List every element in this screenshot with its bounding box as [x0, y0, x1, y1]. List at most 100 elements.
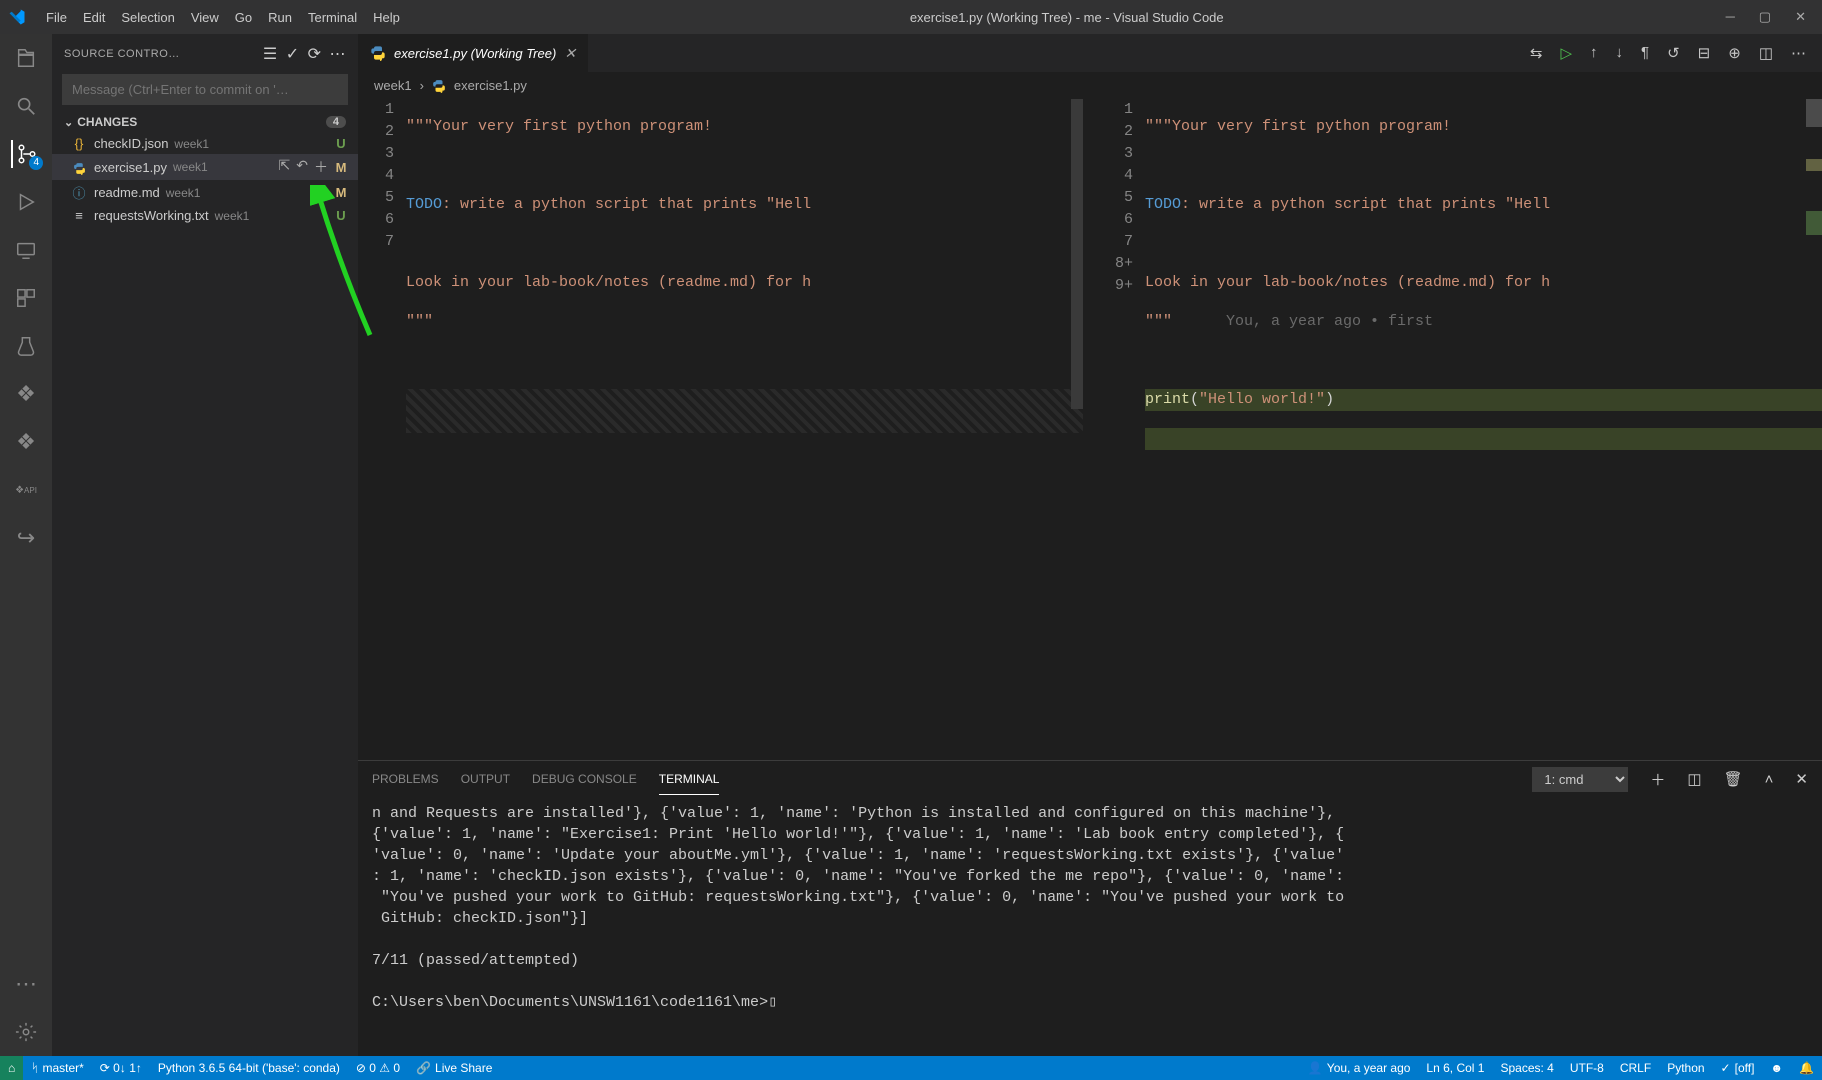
editor-tab[interactable]: exercise1.py (Working Tree) ✕ — [358, 34, 589, 72]
info-icon: ⓘ — [70, 183, 88, 202]
new-terminal-icon[interactable]: ＋ — [1650, 769, 1665, 790]
file-row[interactable]: ⓘ readme.md week1 M — [52, 180, 358, 205]
source-control-icon[interactable]: 4 — [11, 140, 39, 168]
extensions-icon[interactable] — [12, 284, 40, 312]
diff-right-pane[interactable]: 1 2 3 4 5 6 7 8+ 9+ """Your very first p… — [1097, 99, 1822, 760]
open-file-icon[interactable]: ⇱ — [279, 157, 291, 177]
close-panel-icon[interactable]: ✕ — [1795, 770, 1808, 788]
live-share[interactable]: 🔗 Live Share — [408, 1061, 500, 1075]
panel-tab-debug[interactable]: DEBUG CONSOLE — [532, 764, 637, 794]
cursor-position[interactable]: Ln 6, Col 1 — [1418, 1061, 1492, 1075]
split-terminal-icon[interactable]: ◫ — [1687, 770, 1701, 788]
panel-tab-output[interactable]: OUTPUT — [461, 764, 510, 794]
api-icon[interactable]: ❖API — [12, 476, 40, 504]
testing-icon[interactable] — [12, 332, 40, 360]
compare-changes-icon[interactable]: ⇆ — [1530, 44, 1543, 62]
scrollbar-left[interactable] — [1071, 99, 1083, 409]
more-actions-icon[interactable]: ⋯ — [330, 44, 347, 64]
python-icon — [70, 159, 88, 174]
diff-left-pane[interactable]: 1 2 3 4 5 6 7 """Your very first python … — [358, 99, 1083, 760]
problems-status[interactable]: ⊘ 0 ⚠ 0 — [348, 1061, 408, 1075]
next-change-icon[interactable]: ↓ — [1616, 44, 1624, 62]
encoding[interactable]: UTF-8 — [1562, 1061, 1612, 1075]
sidebar-header: SOURCE CONTRO… ☰ ✓ ⟳ ⋯ — [52, 34, 358, 74]
breadcrumb[interactable]: week1 › exercise1.py — [358, 72, 1822, 99]
ext2-icon[interactable]: ❖ — [12, 428, 40, 456]
remote-indicator[interactable]: ⌂ — [0, 1056, 23, 1080]
ext1-icon[interactable]: ❖ — [12, 380, 40, 408]
vscode-logo-icon — [8, 8, 26, 26]
git-blame-status[interactable]: 👤 You, a year ago — [1300, 1061, 1419, 1075]
minimap-marker — [1806, 211, 1822, 235]
file-name: readme.md — [94, 185, 160, 200]
titlebar: File Edit Selection View Go Run Terminal… — [0, 0, 1822, 34]
code-right: """Your very first python program! TODO:… — [1145, 99, 1822, 760]
discard-icon[interactable]: ↶ — [296, 157, 308, 177]
prev-change-icon[interactable]: ↑ — [1590, 44, 1598, 62]
commit-message-input[interactable] — [62, 74, 348, 105]
toggle-icon[interactable]: ⊟ — [1698, 44, 1711, 62]
panel-tab-terminal[interactable]: TERMINAL — [659, 764, 720, 795]
file-status: U — [334, 136, 348, 151]
feedback-icon[interactable]: ☻ — [1762, 1061, 1791, 1075]
run-icon[interactable]: ▷ — [1560, 44, 1572, 62]
file-dir: week1 — [173, 160, 208, 174]
json-icon: {} — [70, 136, 88, 151]
minimize-icon[interactable]: ─ — [1726, 9, 1735, 25]
notifications-icon[interactable]: 🔔 — [1791, 1061, 1822, 1075]
activity-bar: 4 ❖ ❖ ❖API ↪ ⋯ — [0, 34, 52, 1056]
formatter-status[interactable]: ✓ [off] — [1713, 1061, 1763, 1075]
kill-terminal-icon[interactable]: 🗑 — [1724, 770, 1743, 788]
maximize-icon[interactable]: ▢ — [1759, 9, 1771, 25]
ext3-icon[interactable]: ↪ — [12, 524, 40, 552]
changes-label: CHANGES — [77, 115, 137, 129]
language-mode[interactable]: Python — [1659, 1061, 1712, 1075]
split-editor-icon[interactable]: ◫ — [1759, 44, 1773, 62]
more-tab-icon[interactable]: ⋯ — [1791, 44, 1806, 62]
eol[interactable]: CRLF — [1612, 1061, 1659, 1075]
python-interpreter[interactable]: Python 3.6.5 64-bit ('base': conda) — [150, 1061, 348, 1075]
menu-file[interactable]: File — [38, 10, 75, 25]
changes-section[interactable]: ⌄ CHANGES 4 — [52, 111, 358, 133]
revert-icon[interactable]: ↺ — [1667, 44, 1680, 62]
editor-area: exercise1.py (Working Tree) ✕ ⇆ ▷ ↑ ↓ ¶ … — [358, 34, 1822, 1056]
file-status: M — [334, 185, 348, 200]
search-icon[interactable] — [12, 92, 40, 120]
file-row-selected[interactable]: exercise1.py week1 ⇱ ↶ ＋ M — [52, 154, 358, 180]
file-row[interactable]: {} checkID.json week1 U — [52, 133, 358, 154]
menu-run[interactable]: Run — [260, 10, 300, 25]
tab-label: exercise1.py (Working Tree) — [394, 46, 556, 61]
remote-explorer-icon[interactable] — [12, 236, 40, 264]
commit-icon[interactable]: ✓ — [286, 44, 300, 64]
stage-icon[interactable]: ＋ — [314, 157, 328, 177]
explorer-icon[interactable] — [12, 44, 40, 72]
menu-selection[interactable]: Selection — [113, 10, 182, 25]
menu-terminal[interactable]: Terminal — [300, 10, 365, 25]
menu-view[interactable]: View — [183, 10, 227, 25]
refresh-icon[interactable]: ⟳ — [308, 44, 322, 64]
git-branch[interactable]: ᛋ master* — [23, 1061, 92, 1075]
terminal-output[interactable]: n and Requests are installed'}, {'value'… — [358, 797, 1822, 1056]
menu-help[interactable]: Help — [365, 10, 408, 25]
menu-edit[interactable]: Edit — [75, 10, 113, 25]
menu-go[interactable]: Go — [227, 10, 260, 25]
file-row[interactable]: ≡ requestsWorking.txt week1 U — [52, 205, 358, 226]
open-changes-icon[interactable]: ⊕ — [1728, 44, 1741, 62]
run-debug-icon[interactable] — [12, 188, 40, 216]
sidebar: SOURCE CONTRO… ☰ ✓ ⟳ ⋯ ⌄ CHANGES 4 {} ch… — [52, 34, 358, 1056]
file-name: checkID.json — [94, 136, 168, 151]
more-icon[interactable]: ⋯ — [12, 970, 40, 998]
maximize-panel-icon[interactable]: ˄ — [1765, 771, 1774, 788]
terminal-selector[interactable]: 1: cmd — [1532, 767, 1628, 792]
indentation[interactable]: Spaces: 4 — [1492, 1061, 1561, 1075]
git-sync[interactable]: ⟳ 0↓ 1↑ — [92, 1061, 150, 1075]
whitespace-icon[interactable]: ¶ — [1641, 44, 1649, 62]
settings-gear-icon[interactable] — [12, 1018, 40, 1046]
minimap-marker — [1806, 99, 1822, 127]
tab-close-icon[interactable]: ✕ — [564, 45, 576, 62]
panel-tab-problems[interactable]: PROBLEMS — [372, 764, 439, 794]
close-icon[interactable]: ✕ — [1795, 9, 1806, 25]
chevron-right-icon: › — [420, 78, 424, 93]
view-tree-icon[interactable]: ☰ — [263, 44, 278, 64]
file-dir: week1 — [166, 186, 201, 200]
